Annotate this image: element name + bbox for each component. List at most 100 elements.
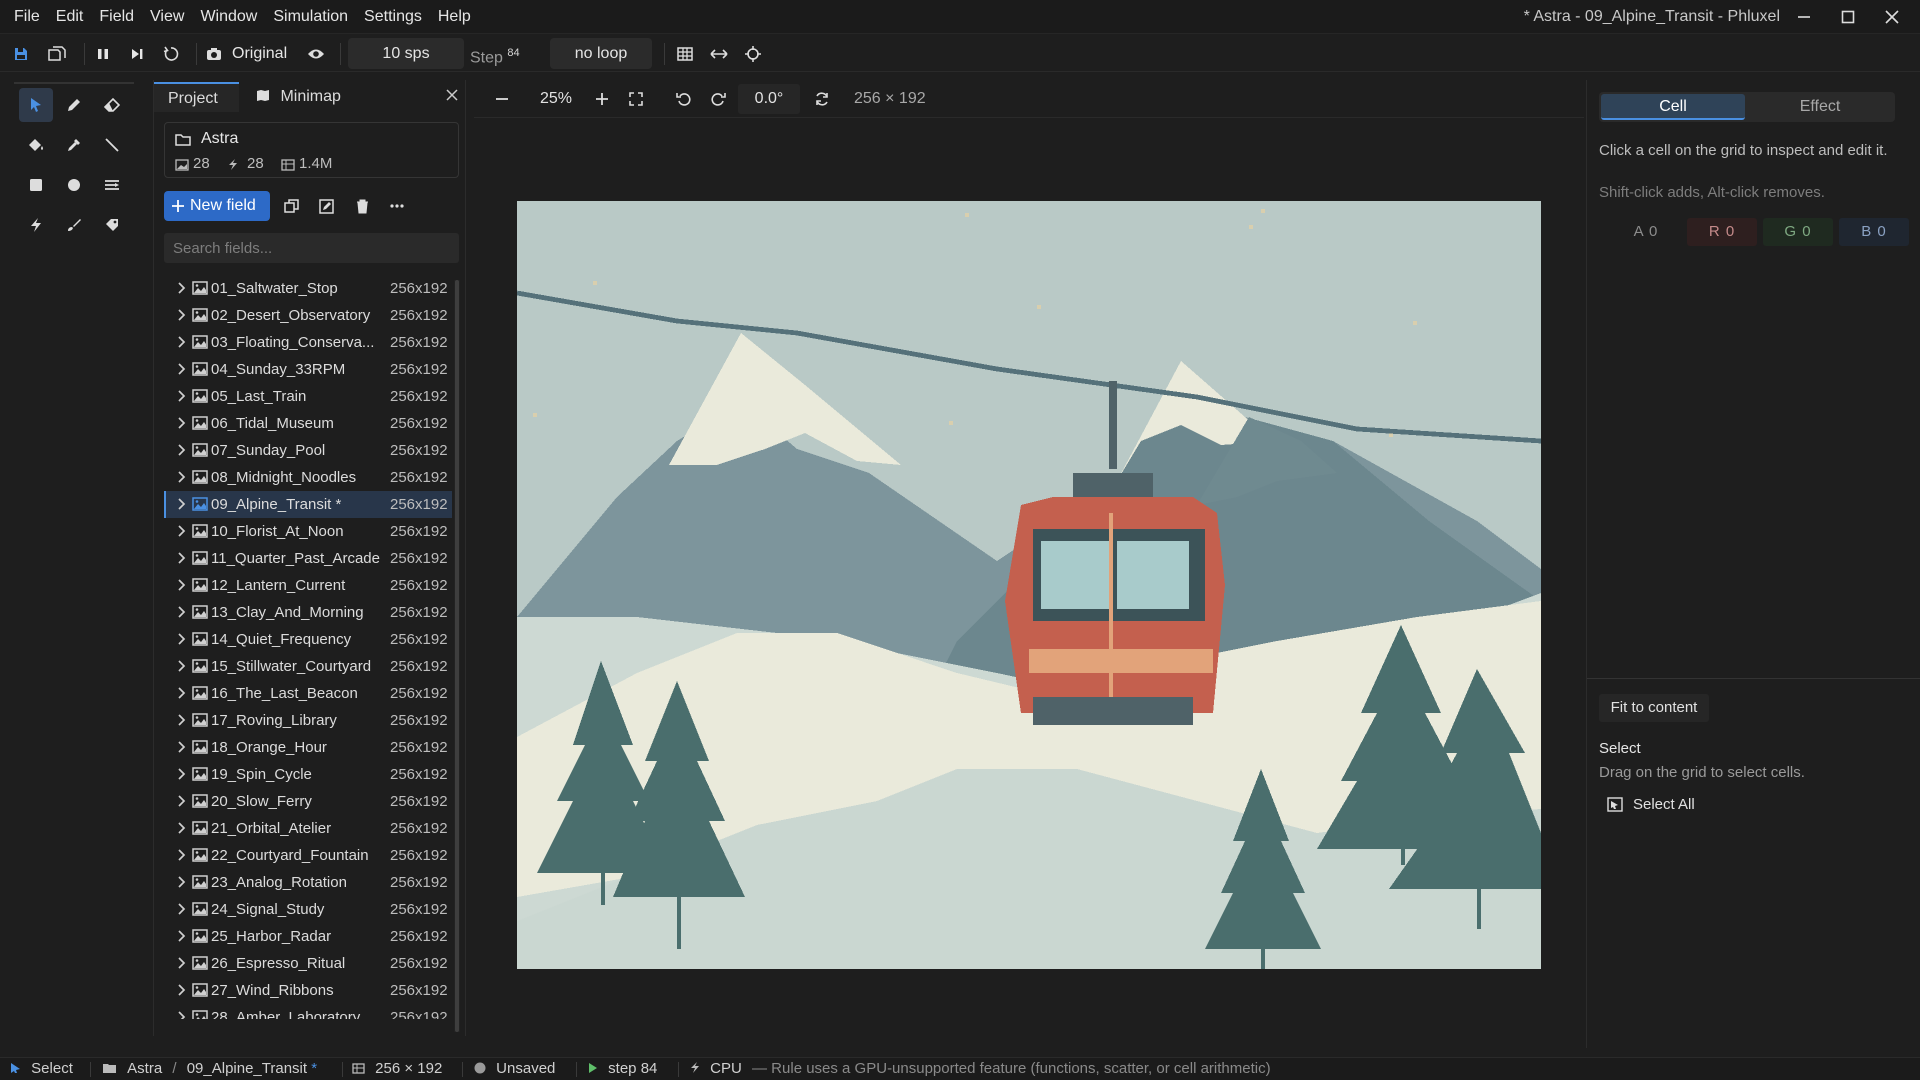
- fit-to-window-button[interactable]: [624, 87, 648, 111]
- chevron-right-icon[interactable]: [173, 361, 189, 377]
- tab-cell[interactable]: Cell: [1601, 94, 1745, 120]
- rule-tool[interactable]: [19, 208, 53, 242]
- minimize-button[interactable]: [1782, 0, 1826, 34]
- eyedropper-tool[interactable]: [57, 128, 91, 162]
- save-all-button[interactable]: [44, 41, 70, 67]
- list-item[interactable]: 06_Tidal_Museum 256x192: [164, 410, 452, 437]
- maximize-button[interactable]: [1826, 0, 1870, 34]
- chevron-right-icon[interactable]: [173, 739, 189, 755]
- list-item[interactable]: 02_Desert_Observatory 256x192: [164, 302, 452, 329]
- select-tool[interactable]: [19, 88, 53, 122]
- list-item[interactable]: 05_Last_Train 256x192: [164, 383, 452, 410]
- list-item[interactable]: 22_Courtyard_Fountain 256x192: [164, 842, 452, 869]
- list-item[interactable]: 28_Amber_Laboratory 256x192: [164, 1004, 452, 1019]
- chevron-right-icon[interactable]: [173, 469, 189, 485]
- list-item[interactable]: 07_Sunday_Pool 256x192: [164, 437, 452, 464]
- list-item[interactable]: 13_Clay_And_Morning 256x192: [164, 599, 452, 626]
- channel-g[interactable]: G 0: [1763, 218, 1833, 246]
- project-summary-card[interactable]: Astra 28 28 1.4M: [164, 122, 459, 178]
- view-mode-toggle[interactable]: Original: [206, 41, 296, 67]
- pencil-tool[interactable]: [57, 88, 91, 122]
- menu-window[interactable]: Window: [192, 0, 265, 34]
- reset-button[interactable]: [158, 41, 184, 67]
- loop-selector[interactable]: no loop: [550, 38, 652, 69]
- chevron-right-icon[interactable]: [173, 388, 189, 404]
- breadcrumb-field[interactable]: 09_Alpine_Transit: [187, 1060, 307, 1077]
- chevron-right-icon[interactable]: [173, 685, 189, 701]
- menu-edit[interactable]: Edit: [48, 0, 92, 34]
- list-item[interactable]: 04_Sunday_33RPM 256x192: [164, 356, 452, 383]
- list-item[interactable]: 23_Analog_Rotation 256x192: [164, 869, 452, 896]
- more-options-button[interactable]: [384, 193, 410, 219]
- list-item[interactable]: 10_Florist_At_Noon 256x192: [164, 518, 452, 545]
- menu-field[interactable]: Field: [91, 0, 142, 34]
- list-item[interactable]: 21_Orbital_Atelier 256x192: [164, 815, 452, 842]
- menu-settings[interactable]: Settings: [356, 0, 430, 34]
- menu-view[interactable]: View: [142, 0, 192, 34]
- chevron-right-icon[interactable]: [173, 415, 189, 431]
- zoom-in-button[interactable]: [590, 87, 614, 111]
- rotate-left-button[interactable]: [672, 87, 696, 111]
- chevron-right-icon[interactable]: [173, 496, 189, 512]
- step-forward-button[interactable]: [124, 41, 150, 67]
- list-item[interactable]: 14_Quiet_Frequency 256x192: [164, 626, 452, 653]
- zoom-out-button[interactable]: [490, 87, 514, 111]
- list-item[interactable]: 20_Slow_Ferry 256x192: [164, 788, 452, 815]
- rectangle-tool[interactable]: [19, 168, 53, 202]
- eraser-tool[interactable]: [95, 88, 129, 122]
- zoom-level[interactable]: 25%: [530, 86, 582, 112]
- chevron-right-icon[interactable]: [173, 604, 189, 620]
- list-item[interactable]: 15_Stillwater_Courtyard 256x192: [164, 653, 452, 680]
- chevron-right-icon[interactable]: [173, 1009, 189, 1019]
- chevron-right-icon[interactable]: [173, 874, 189, 890]
- chevron-right-icon[interactable]: [173, 550, 189, 566]
- list-item[interactable]: 12_Lantern_Current 256x192: [164, 572, 452, 599]
- reset-rotation-button[interactable]: [810, 87, 834, 111]
- chevron-right-icon[interactable]: [173, 307, 189, 323]
- list-item[interactable]: 08_Midnight_Noodles 256x192: [164, 464, 452, 491]
- duplicate-field-button[interactable]: [278, 193, 304, 219]
- chevron-right-icon[interactable]: [173, 577, 189, 593]
- list-item[interactable]: 11_Quarter_Past_Arcade 256x192: [164, 545, 452, 572]
- field-canvas[interactable]: [517, 201, 1541, 969]
- chevron-right-icon[interactable]: [173, 631, 189, 647]
- rotate-right-button[interactable]: [706, 87, 730, 111]
- rotation-input[interactable]: 0.0°: [738, 84, 800, 114]
- list-item[interactable]: 25_Harbor_Radar 256x192: [164, 923, 452, 950]
- channel-b[interactable]: B 0: [1839, 218, 1909, 246]
- delete-field-button[interactable]: [349, 193, 375, 219]
- scrollbar-thumb[interactable]: [455, 280, 459, 1032]
- list-item[interactable]: 03_Floating_Conserva... 256x192: [164, 329, 452, 356]
- chevron-right-icon[interactable]: [173, 442, 189, 458]
- chevron-right-icon[interactable]: [173, 712, 189, 728]
- ellipse-tool[interactable]: [57, 168, 91, 202]
- chevron-right-icon[interactable]: [173, 280, 189, 296]
- brush-tool[interactable]: [57, 208, 91, 242]
- center-view-button[interactable]: [740, 41, 766, 67]
- chevron-right-icon[interactable]: [173, 901, 189, 917]
- list-item[interactable]: 27_Wind_Ribbons 256x192: [164, 977, 452, 1004]
- gradient-tool[interactable]: [95, 168, 129, 202]
- menu-help[interactable]: Help: [430, 0, 479, 34]
- save-button[interactable]: [8, 41, 34, 67]
- chevron-right-icon[interactable]: [173, 820, 189, 836]
- speed-selector[interactable]: 10 sps: [348, 38, 464, 69]
- fit-to-content-button[interactable]: Fit to content: [1599, 694, 1709, 722]
- search-fields-input[interactable]: [164, 233, 459, 263]
- chevron-right-icon[interactable]: [173, 955, 189, 971]
- line-tool[interactable]: [95, 128, 129, 162]
- chevron-right-icon[interactable]: [173, 334, 189, 350]
- chevron-right-icon[interactable]: [173, 847, 189, 863]
- new-field-button[interactable]: New field: [164, 191, 270, 221]
- fill-tool[interactable]: [19, 128, 53, 162]
- chevron-right-icon[interactable]: [173, 928, 189, 944]
- list-item[interactable]: 09_Alpine_Transit * 256x192: [164, 491, 452, 518]
- fit-width-button[interactable]: [706, 41, 732, 67]
- grid-toggle-button[interactable]: [672, 41, 698, 67]
- list-item[interactable]: 17_Roving_Library 256x192: [164, 707, 452, 734]
- list-item[interactable]: 19_Spin_Cycle 256x192: [164, 761, 452, 788]
- tab-project[interactable]: Project: [154, 82, 239, 112]
- menu-file[interactable]: File: [0, 0, 48, 34]
- chevron-right-icon[interactable]: [173, 766, 189, 782]
- channel-a[interactable]: A 0: [1611, 218, 1681, 246]
